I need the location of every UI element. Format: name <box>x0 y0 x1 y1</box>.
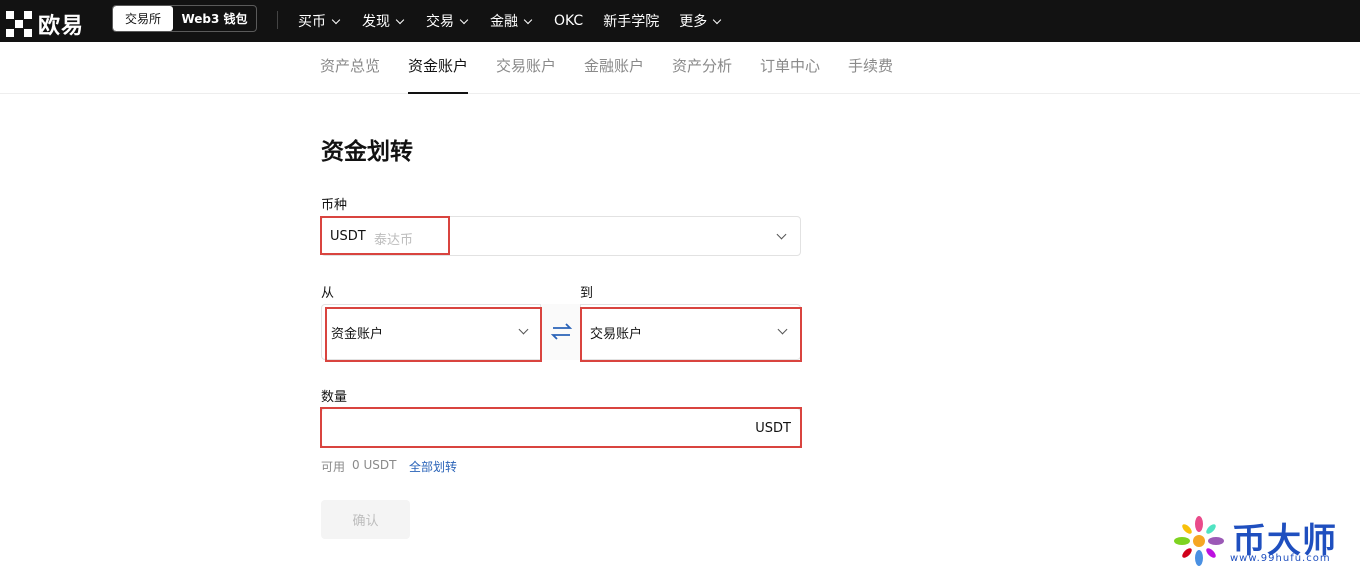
highlight-from <box>325 307 542 362</box>
chevron-down-icon <box>712 15 722 24</box>
nav-label: 买币 <box>298 14 326 30</box>
chevron-down-icon <box>331 15 341 24</box>
highlight-to <box>580 307 802 362</box>
highlight-coin <box>320 216 450 255</box>
tab-finance-account[interactable]: 金融账户 <box>584 42 644 94</box>
nav-label: 金融 <box>490 14 518 30</box>
okx-logo-icon <box>6 11 32 37</box>
from-label: 从 <box>321 286 335 301</box>
page-title: 资金划转 <box>321 139 413 165</box>
chevron-down-icon <box>395 15 405 24</box>
confirm-button[interactable]: 确认 <box>321 500 410 539</box>
nav-label: 交易 <box>426 14 454 30</box>
nav-discover[interactable]: 发现 <box>362 11 406 31</box>
nav-label: 发现 <box>362 14 390 30</box>
watermark: 币大师 www.99hufu.com <box>1172 515 1337 567</box>
nav-label: 新手学院 <box>603 14 660 30</box>
chevron-down-icon <box>776 229 787 240</box>
mode-web3-wallet-button[interactable]: Web3 钱包 <box>173 6 256 31</box>
tab-funding-account[interactable]: 资金账户 <box>408 42 469 94</box>
tab-order-center[interactable]: 订单中心 <box>760 42 820 94</box>
mode-switch: 交易所 Web3 钱包 <box>112 5 257 32</box>
nav-more[interactable]: 更多 <box>679 11 723 31</box>
tab-trading-account[interactable]: 交易账户 <box>496 42 556 94</box>
nav-okc[interactable]: OKC <box>554 13 583 29</box>
tab-fees[interactable]: 手续费 <box>848 42 893 94</box>
swap-arrows-icon <box>550 323 573 340</box>
asset-subnav: 资产总览 资金账户 交易账户 金融账户 资产分析 订单中心 手续费 <box>0 42 1360 94</box>
available-label: 可用 <box>321 460 346 474</box>
available-value: 0 USDT <box>352 458 397 472</box>
transfer-all-link[interactable]: 全部划转 <box>409 458 457 475</box>
watermark-url: www.99hufu.com <box>1230 553 1331 564</box>
nav-label: 更多 <box>679 14 708 30</box>
nav-academy[interactable]: 新手学院 <box>603 11 659 31</box>
coin-label: 币种 <box>321 198 348 213</box>
header-divider <box>277 11 278 29</box>
flower-logo-icon <box>1174 516 1224 566</box>
nav-buy-crypto[interactable]: 买币 <box>298 11 342 31</box>
mode-exchange-button[interactable]: 交易所 <box>113 6 173 31</box>
amount-label: 数量 <box>321 390 348 405</box>
nav-label: OKC <box>554 13 584 29</box>
top-bar: 欧易 交易所 Web3 钱包 买币 发现 交易 金融 OKC 新手学院 更多 <box>0 0 1360 42</box>
top-nav: 买币 发现 交易 金融 OKC 新手学院 更多 <box>298 0 743 42</box>
tab-asset-analysis[interactable]: 资产分析 <box>672 42 732 94</box>
nav-finance[interactable]: 金融 <box>490 11 534 31</box>
nav-trade[interactable]: 交易 <box>426 11 470 31</box>
highlight-amount <box>320 407 802 448</box>
swap-accounts-button[interactable] <box>540 304 581 360</box>
chevron-down-icon <box>523 15 533 24</box>
to-label: 到 <box>580 286 594 301</box>
tab-asset-overview[interactable]: 资产总览 <box>320 42 380 94</box>
logo[interactable]: 欧易 <box>6 8 84 40</box>
chevron-down-icon <box>459 15 469 24</box>
brand-name: 欧易 <box>38 14 85 39</box>
